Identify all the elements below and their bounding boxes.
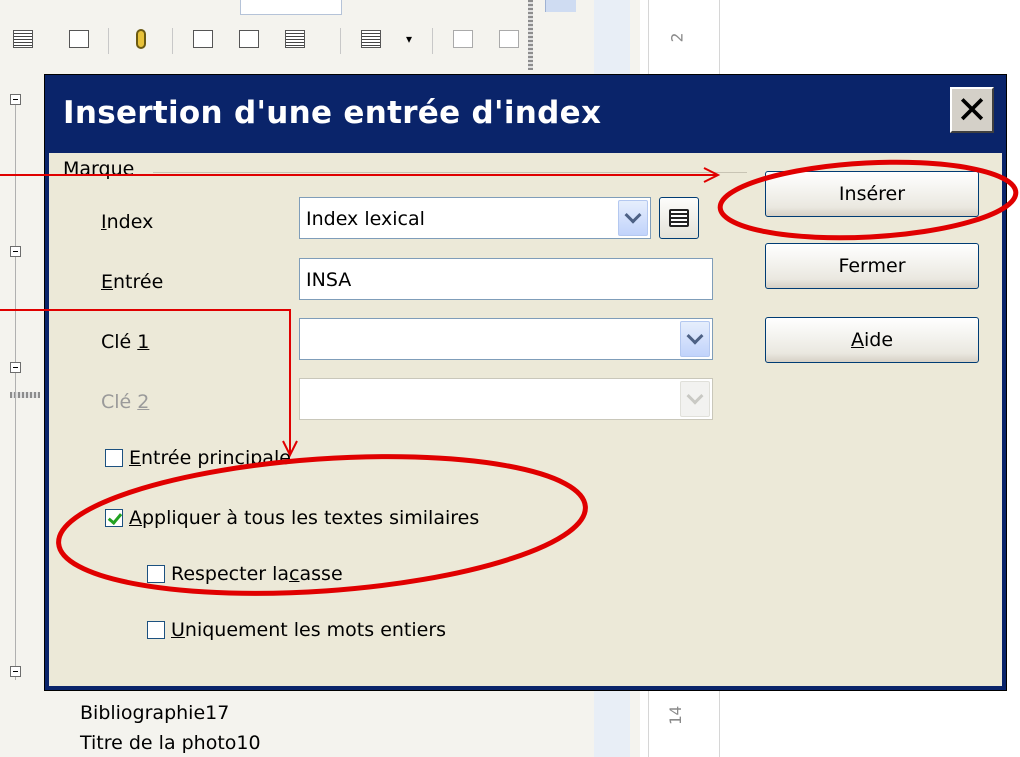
collapse-icon[interactable] <box>10 246 21 257</box>
entree-label: Entrée <box>101 271 164 293</box>
tree-item[interactable]: Titre de la photo10 <box>80 732 261 754</box>
close-button[interactable]: ✕ <box>950 87 994 133</box>
checkbox-box[interactable] <box>105 449 123 467</box>
promote-chapter-icon[interactable] <box>190 26 216 52</box>
spin-field[interactable] <box>240 0 576 15</box>
promote-level-icon[interactable] <box>450 26 476 52</box>
dialog-titlebar[interactable]: Insertion d'une entrée d'index ✕ <box>49 79 1002 153</box>
new-index-button[interactable] <box>659 197 699 239</box>
cle1-label: Clé 1 <box>101 331 150 353</box>
checkbox-box[interactable] <box>147 621 165 639</box>
aide-button[interactable]: Aide <box>765 317 979 363</box>
entree-input[interactable]: INSA <box>299 258 713 300</box>
list-icon[interactable] <box>10 26 36 52</box>
chevron-down-icon[interactable]: ▾ <box>396 26 422 52</box>
entree-value: INSA <box>306 269 352 291</box>
dialog-body: Marque Index Index lexical Entrée INSA C… <box>49 153 1002 686</box>
tree-line <box>15 100 16 680</box>
move-chapter-icon[interactable] <box>282 26 308 52</box>
demote-chapter-icon[interactable] <box>236 26 262 52</box>
checkbox-box[interactable] <box>147 565 165 583</box>
index-list-icon <box>669 209 689 227</box>
cle1-dropdown-button[interactable] <box>680 321 710 357</box>
paperclip-icon[interactable] <box>128 26 154 52</box>
headings-shown-icon[interactable] <box>358 26 384 52</box>
splitter-handle[interactable] <box>528 0 533 70</box>
fermer-button[interactable]: Fermer <box>765 243 979 289</box>
index-dropdown-button[interactable] <box>618 200 648 236</box>
group-divider <box>153 172 747 173</box>
mots-entiers-checkbox[interactable]: Uniquement les mots entiers <box>147 619 446 641</box>
chevron-down-icon <box>624 206 642 224</box>
ruler-mark-14: 14 <box>666 705 686 726</box>
cle2-dropdown-button <box>680 381 710 417</box>
cle2-label: Clé 2 <box>101 391 150 413</box>
demote-level-icon[interactable] <box>496 26 522 52</box>
collapse-icon[interactable] <box>10 362 21 373</box>
group-label-marque: Marque <box>63 158 139 180</box>
entree-principale-checkbox[interactable]: Entrée principale <box>105 447 291 469</box>
appliquer-checkbox[interactable]: Appliquer à tous les textes similaires <box>105 507 479 529</box>
collapse-icon[interactable] <box>10 94 21 105</box>
chevron-down-icon <box>686 387 704 405</box>
index-value: Index lexical <box>306 208 425 230</box>
index-select[interactable]: Index lexical <box>299 197 651 239</box>
window-icon[interactable] <box>66 26 92 52</box>
index-label: Index <box>101 211 154 233</box>
chevron-down-icon <box>686 327 704 345</box>
navigator-toolbar: ▾ <box>0 0 576 62</box>
dialog-title: Insertion d'une entrée d'index <box>63 95 602 131</box>
close-icon: ✕ <box>956 88 988 132</box>
inserer-button[interactable]: Insérer <box>765 171 979 217</box>
tree-item[interactable]: Bibliographie17 <box>80 702 229 724</box>
collapse-icon[interactable] <box>10 666 21 677</box>
cle1-combobox[interactable] <box>299 318 713 360</box>
checkmark-icon[interactable] <box>105 509 123 527</box>
respecter-casse-checkbox[interactable]: Respecter la c asse <box>147 563 343 585</box>
ruler-mark-2: 2 <box>667 32 687 43</box>
cle2-combobox <box>299 378 713 420</box>
insert-index-entry-dialog: Insertion d'une entrée d'index ✕ Marque … <box>44 74 1007 691</box>
